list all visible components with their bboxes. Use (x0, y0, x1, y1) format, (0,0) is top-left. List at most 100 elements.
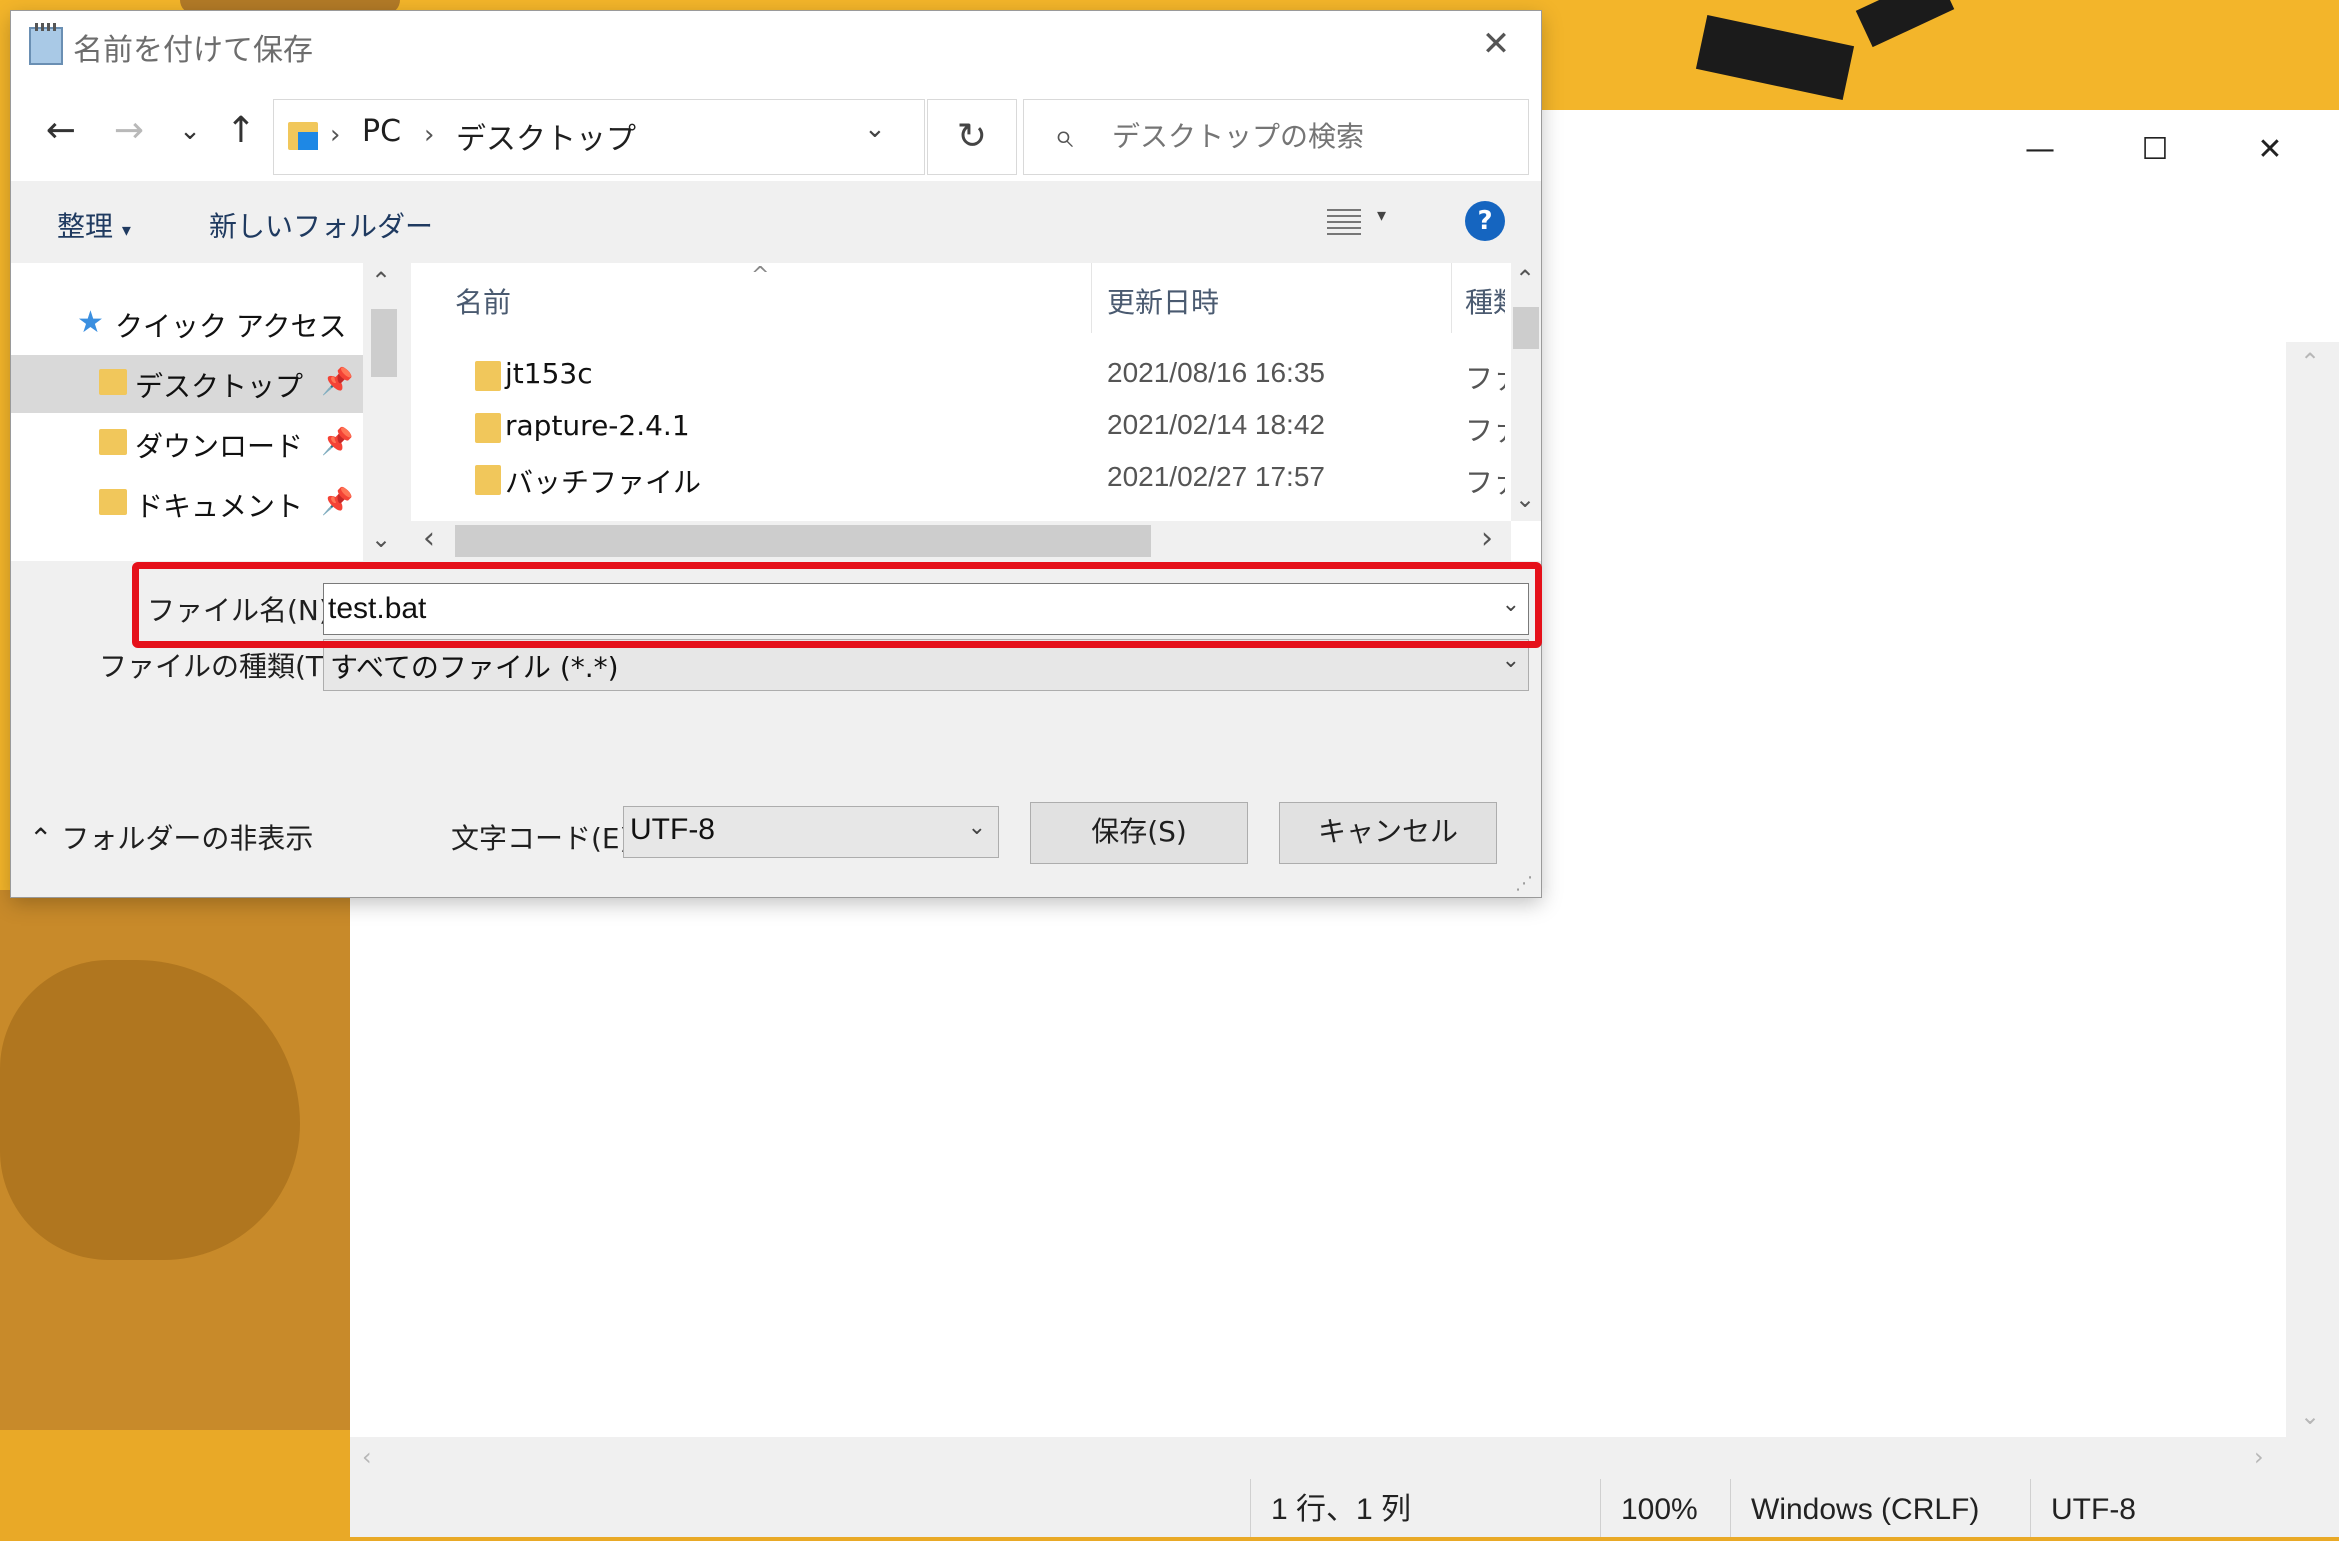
dropdown-arrow-icon[interactable]: ▾ (1377, 205, 1386, 226)
pin-icon[interactable]: 📌 (321, 427, 353, 457)
scroll-left-icon[interactable]: ‹ (423, 521, 435, 556)
navigation-pane-scrollbar[interactable]: ⌃ ⌄ (363, 263, 403, 561)
pin-icon[interactable]: 📌 (321, 487, 353, 517)
organize-label: 整理 (57, 210, 114, 243)
address-bar[interactable]: › PC › デスクトップ ⌄ (273, 99, 925, 175)
star-icon: ★ (77, 305, 104, 340)
file-modified: 2021/02/27 17:57 (1107, 461, 1325, 492)
breadcrumb-separator: › (330, 120, 341, 150)
scrollbar-thumb[interactable] (1513, 307, 1539, 349)
file-row[interactable]: rapture-2.4.1 2021/02/14 18:42 ファイル フォルダ… (411, 403, 1511, 455)
column-divider[interactable] (1091, 263, 1092, 333)
scroll-down-icon[interactable]: ⌄ (371, 525, 391, 553)
breadcrumb-separator: › (424, 120, 435, 150)
search-input[interactable] (1112, 114, 1512, 158)
encoding-value: UTF-8 (630, 813, 715, 846)
save-button[interactable]: 保存(S) (1030, 802, 1248, 864)
chevron-down-icon[interactable]: ⌄ (968, 815, 986, 840)
nav-item-desktop[interactable]: デスクトップ 📌 (11, 355, 363, 413)
navigation-bar: ← → ⌄ ↑ › PC › デスクトップ ⌄ ↻ ⌕ (11, 79, 1541, 181)
up-arrow-icon[interactable]: ↑ (217, 107, 265, 155)
refresh-icon[interactable]: ↻ (927, 99, 1017, 175)
back-arrow-icon[interactable]: ← (37, 107, 85, 155)
scroll-down-icon[interactable]: ⌄ (2300, 1402, 2320, 1430)
nav-item-quick-access[interactable]: ★ クイック アクセス (11, 295, 363, 353)
file-name: rapture-2.4.1 (505, 409, 690, 442)
close-icon[interactable]: ✕ (1471, 19, 1521, 69)
scroll-up-icon[interactable]: ⌃ (371, 267, 391, 295)
notepad-icon (29, 23, 63, 65)
new-folder-button[interactable]: 新しいフォルダー (209, 205, 433, 245)
nav-item-label: デスクトップ (135, 370, 304, 403)
view-options-icon[interactable] (1327, 207, 1361, 235)
encoding-select[interactable]: UTF-8 ⌄ (623, 806, 999, 858)
filetype-value: すべてのファイル (*.*) (330, 651, 619, 684)
dropdown-arrow-icon: ▾ (121, 220, 131, 241)
chevron-down-icon[interactable]: ⌄ (166, 107, 214, 155)
file-type: ファイル フォルダー (1465, 362, 1505, 395)
help-icon[interactable]: ? (1465, 201, 1505, 241)
scroll-right-icon[interactable]: › (2254, 1443, 2264, 1471)
maximize-button[interactable]: ☐ (2115, 120, 2195, 180)
breadcrumb-pc[interactable]: PC (362, 114, 401, 149)
vertical-scrollbar[interactable]: ⌃ ⌄ (2286, 342, 2339, 1437)
scrollbar-thumb[interactable] (371, 309, 397, 377)
column-header-type[interactable]: 種類 (1465, 281, 1505, 321)
file-row[interactable]: jt153c 2021/08/16 16:35 ファイル フォルダー (411, 351, 1511, 403)
file-list-vertical-scrollbar[interactable]: ⌃ ⌄ (1511, 263, 1541, 521)
file-list-horizontal-scrollbar[interactable]: ‹ › (411, 521, 1511, 561)
forward-arrow-icon[interactable]: → (105, 107, 153, 155)
resize-grip-icon[interactable]: ⋰ (1515, 873, 1533, 894)
nav-item-label: ダウンロード (135, 430, 304, 463)
search-box[interactable]: ⌕ (1023, 99, 1529, 175)
status-bar: 1 行、1 列 100% Windows (CRLF) UTF-8 (350, 1479, 2339, 1537)
dialog-title: 名前を付けて保存 (73, 33, 313, 68)
desktop-folder-icon (99, 369, 127, 395)
scroll-up-icon[interactable]: ⌃ (2300, 348, 2320, 376)
scroll-left-icon[interactable]: ‹ (362, 1443, 372, 1471)
encoding-label: 文字コード(E): (451, 822, 640, 855)
pin-icon[interactable]: 📌 (321, 367, 353, 397)
navigation-pane: ★ クイック アクセス デスクトップ 📌 ダウンロード 📌 ドキュメント 📌 ⌃… (11, 263, 403, 561)
status-line-ending: Windows (CRLF) (1730, 1479, 2030, 1537)
filetype-label: ファイルの種類(T): (99, 650, 344, 683)
nav-item-documents[interactable]: ドキュメント 📌 (11, 475, 363, 533)
chevron-up-icon: ⌃ (29, 822, 53, 855)
chevron-down-icon[interactable]: ⌄ (1502, 648, 1520, 673)
nav-item-downloads[interactable]: ダウンロード 📌 (11, 415, 363, 473)
file-row[interactable]: バッチファイル 2021/02/27 17:57 ファイル フォルダー (411, 455, 1511, 507)
column-divider[interactable] (1451, 263, 1452, 333)
folder-icon (475, 361, 501, 391)
file-type: ファイル フォルダー (1465, 414, 1505, 447)
organize-button[interactable]: 整理 ▾ (57, 205, 131, 245)
horizontal-scrollbar[interactable]: ‹ › (350, 1437, 2339, 1479)
status-encoding: UTF-8 (2030, 1479, 2270, 1537)
nav-item-label: ドキュメント (135, 490, 304, 523)
highlight-box (132, 562, 1542, 648)
downloads-folder-icon (99, 429, 127, 455)
nav-item-label: クイック アクセス (115, 310, 347, 343)
status-cursor-position: 1 行、1 列 (1250, 1479, 1500, 1537)
documents-folder-icon (99, 489, 127, 515)
hide-folders-label: フォルダーの非表示 (61, 822, 314, 855)
folder-icon (475, 413, 501, 443)
breadcrumb-desktop[interactable]: デスクトップ (456, 114, 636, 158)
scroll-down-icon[interactable]: ⌄ (1515, 485, 1535, 513)
file-name: jt153c (505, 357, 593, 390)
save-as-dialog: 名前を付けて保存 ✕ ← → ⌄ ↑ › PC › デスクトップ ⌄ ↻ ⌕ 整… (11, 11, 1542, 897)
hide-folders-toggle[interactable]: ⌃ フォルダーの非表示 (29, 817, 313, 857)
scroll-up-icon[interactable]: ⌃ (1515, 265, 1535, 293)
close-button[interactable]: ✕ (2230, 120, 2310, 180)
scroll-right-icon[interactable]: › (1481, 521, 1493, 556)
sort-ascending-icon: ^ (751, 263, 770, 288)
cancel-button[interactable]: キャンセル (1279, 802, 1497, 864)
dialog-titlebar: 名前を付けて保存 ✕ (11, 11, 1541, 79)
scrollbar-thumb[interactable] (455, 525, 1151, 557)
column-header-name[interactable]: 名前 (455, 281, 511, 321)
folder-icon (475, 465, 501, 495)
chevron-down-icon[interactable]: ⌄ (864, 114, 886, 144)
file-modified: 2021/08/16 16:35 (1107, 357, 1325, 388)
minimize-button[interactable]: — (2000, 120, 2080, 180)
column-header-modified[interactable]: 更新日時 (1107, 281, 1219, 321)
file-name: バッチファイル (505, 466, 702, 499)
